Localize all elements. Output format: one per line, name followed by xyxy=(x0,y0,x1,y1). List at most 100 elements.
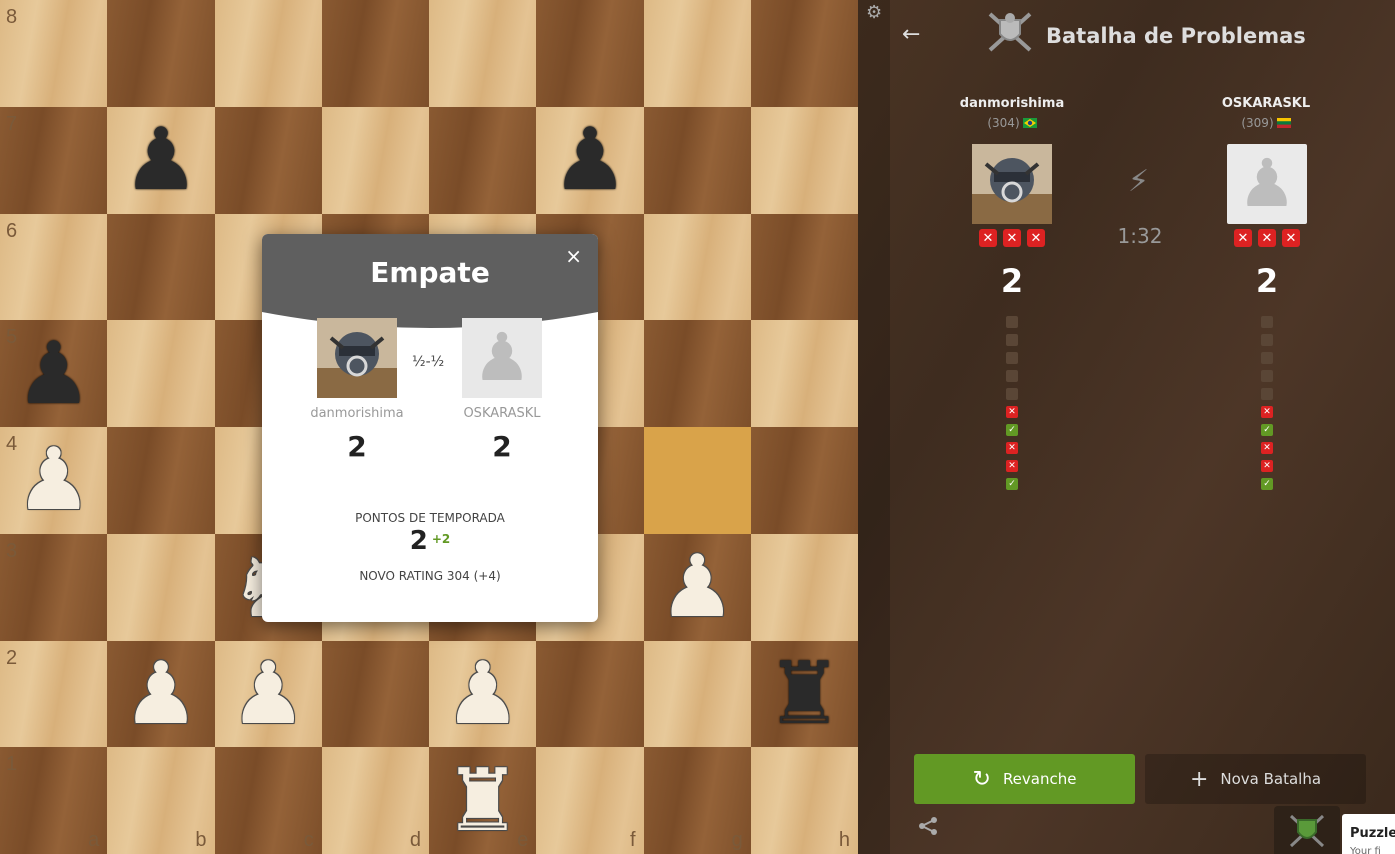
history-bad: ✕ xyxy=(1261,460,1273,472)
file-label: a xyxy=(88,829,100,851)
square-h3[interactable] xyxy=(750,533,858,641)
side-strip xyxy=(858,0,890,854)
square-b3[interactable] xyxy=(107,533,215,641)
square-a3[interactable]: 3 xyxy=(0,533,108,641)
square-g2[interactable] xyxy=(643,640,751,748)
square-g6[interactable] xyxy=(643,213,751,321)
white-pawn-icon[interactable]: ♟ xyxy=(644,534,751,641)
square-a6[interactable]: 6 xyxy=(0,213,108,321)
square-c8[interactable] xyxy=(214,0,322,107)
square-d8[interactable] xyxy=(321,0,429,107)
gear-icon[interactable]: ⚙ xyxy=(866,2,882,23)
history-empty xyxy=(1261,370,1273,382)
square-b6[interactable] xyxy=(107,213,215,321)
puzzle-toast[interactable]: Puzzle Your fi xyxy=(1342,814,1395,854)
white-pawn-icon[interactable]: ♟ xyxy=(107,641,214,748)
square-e8[interactable] xyxy=(429,0,537,107)
player1-name[interactable]: danmorishima xyxy=(297,406,417,421)
new-battle-button[interactable]: + Nova Batalha xyxy=(1145,754,1366,804)
player1-rating-value: (304) xyxy=(987,116,1020,130)
square-h5[interactable] xyxy=(750,320,858,427)
new-battle-label: Nova Batalha xyxy=(1220,770,1322,788)
square-g8[interactable] xyxy=(643,0,751,107)
history-bad: ✕ xyxy=(1006,442,1018,454)
file-label: h xyxy=(838,829,850,851)
season-points-value: 2 xyxy=(409,526,428,556)
history-empty xyxy=(1006,388,1018,400)
square-f2[interactable] xyxy=(536,640,644,748)
square-b4[interactable] xyxy=(107,427,215,534)
strike-x-icon: ✕ xyxy=(1234,229,1252,247)
square-g1[interactable]: g xyxy=(643,747,751,854)
battle-emblem-icon[interactable] xyxy=(1274,806,1340,854)
page-title: Batalha de Problemas xyxy=(1046,24,1306,48)
player2-name[interactable]: OSKARASKL xyxy=(442,406,562,421)
square-a5[interactable]: 5 ♟ xyxy=(0,320,108,427)
square-a2[interactable]: 2 xyxy=(0,640,108,748)
square-b1[interactable]: b xyxy=(107,747,215,854)
square-h1[interactable]: h xyxy=(750,747,858,854)
brazil-flag-icon xyxy=(1022,118,1037,128)
player1-name[interactable]: danmorishima xyxy=(932,96,1092,111)
square-a4[interactable]: 4 ♟ xyxy=(0,427,108,534)
square-b5[interactable] xyxy=(107,320,215,427)
black-rook-icon[interactable]: ♜ xyxy=(751,641,858,748)
history-bad: ✕ xyxy=(1006,460,1018,472)
square-d7[interactable] xyxy=(321,106,429,214)
square-h7[interactable] xyxy=(750,106,858,214)
square-g5[interactable] xyxy=(643,320,751,427)
square-f1[interactable]: f xyxy=(536,747,644,854)
square-e7[interactable] xyxy=(429,106,537,214)
square-c1[interactable]: c xyxy=(214,747,322,854)
lightning-bolt-icon: ⚡ xyxy=(1128,164,1150,199)
square-h4[interactable] xyxy=(750,427,858,534)
history-good: ✓ xyxy=(1006,478,1018,490)
new-rating: NOVO RATING 304 (+4) xyxy=(359,569,501,583)
player2-name[interactable]: OSKARASKL xyxy=(1186,96,1346,111)
result-score: ½-½ xyxy=(412,354,445,370)
player1-puzzle-history: ✕ ✓ ✕ ✕ ✓ xyxy=(1006,316,1018,490)
square-b7[interactable]: ♟ xyxy=(107,106,215,214)
square-d2[interactable] xyxy=(321,640,429,748)
close-icon[interactable]: × xyxy=(565,244,582,268)
square-a7[interactable]: 7 xyxy=(0,106,108,214)
black-pawn-icon[interactable]: ♟ xyxy=(0,320,107,427)
player2-rating-value: (309) xyxy=(1241,116,1274,130)
white-pawn-icon[interactable]: ♟ xyxy=(215,641,322,748)
square-c7[interactable] xyxy=(214,106,322,214)
black-pawn-icon[interactable]: ♟ xyxy=(536,107,643,214)
strike-x-icon: ✕ xyxy=(979,229,997,247)
rematch-button[interactable]: ↻ Revanche xyxy=(914,754,1135,804)
player1-score: 2 xyxy=(347,430,367,463)
square-f8[interactable] xyxy=(536,0,644,107)
square-e1[interactable]: e ♜ xyxy=(429,747,537,854)
square-a1[interactable]: 1a xyxy=(0,747,108,854)
white-pawn-icon[interactable]: ♟ xyxy=(0,427,107,534)
square-g3[interactable]: ♟ xyxy=(643,533,751,641)
player1-rating: (304) xyxy=(932,116,1092,130)
square-a8[interactable]: 8 xyxy=(0,0,108,107)
white-rook-icon[interactable]: ♜ xyxy=(429,747,536,854)
toast-title: Puzzle xyxy=(1350,826,1395,841)
square-h2[interactable]: ♜ xyxy=(750,640,858,748)
black-pawn-icon[interactable]: ♟ xyxy=(107,107,214,214)
square-h6[interactable] xyxy=(750,213,858,321)
white-pawn-icon[interactable]: ♟ xyxy=(429,641,536,748)
square-b8[interactable] xyxy=(107,0,215,107)
share-icon[interactable] xyxy=(918,816,938,841)
square-e2[interactable]: ♟ xyxy=(429,640,537,748)
square-g7[interactable] xyxy=(643,106,751,214)
square-b2[interactable]: ♟ xyxy=(107,640,215,748)
toast-subtitle: Your fi xyxy=(1350,846,1381,854)
strike-x-icon: ✕ xyxy=(1258,229,1276,247)
player2-avatar-pawn-icon: ♟ xyxy=(1227,144,1307,224)
square-f7[interactable]: ♟ xyxy=(536,106,644,214)
square-h8[interactable] xyxy=(750,0,858,107)
square-d1[interactable]: d xyxy=(321,747,429,854)
square-g4[interactable] xyxy=(643,427,751,534)
history-bad: ✕ xyxy=(1006,406,1018,418)
file-label: b xyxy=(195,829,207,851)
back-arrow-icon[interactable]: ← xyxy=(902,22,920,47)
battle-panel: ⚙ ← Batalha de Problemas danmorishima (3… xyxy=(858,0,1395,854)
square-c2[interactable]: ♟ xyxy=(214,640,322,748)
